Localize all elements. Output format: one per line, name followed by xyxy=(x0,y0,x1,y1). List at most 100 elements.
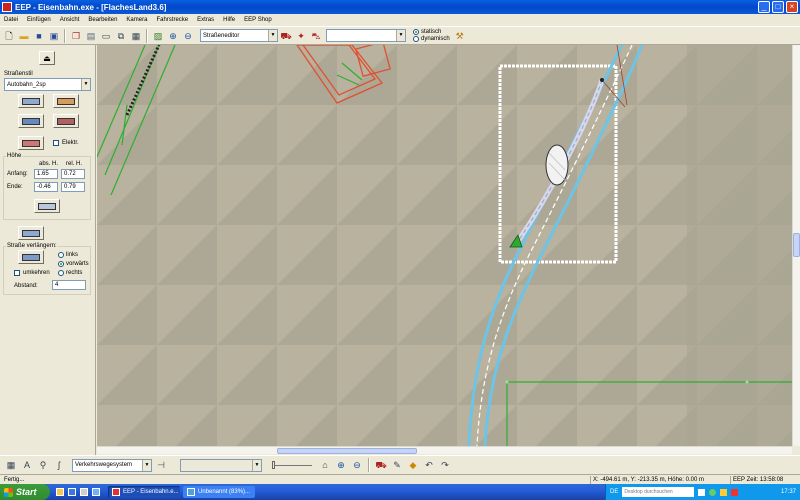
straight-road-button[interactable] xyxy=(18,94,44,108)
task-eep[interactable]: EEP - Eisenbahn.e... xyxy=(108,486,180,498)
object-select[interactable]: ▼ xyxy=(326,29,406,42)
desktop-icon[interactable] xyxy=(80,488,88,496)
tools-icon[interactable]: ⚒ xyxy=(453,29,467,43)
road-gizmo-ellipse[interactable] xyxy=(545,144,569,186)
ende-abs-input[interactable]: -0.46 xyxy=(34,182,58,192)
segment-end-point[interactable] xyxy=(600,78,604,82)
radio-links[interactable]: links xyxy=(58,251,78,258)
anfang-abs-input[interactable]: 1.65 xyxy=(34,169,58,179)
pin-icon[interactable]: ⚲ xyxy=(36,458,50,472)
language-indicator[interactable]: DE xyxy=(610,489,618,495)
value-slider[interactable] xyxy=(272,460,312,470)
tile-icon[interactable]: ▦ xyxy=(129,29,143,43)
camera-icon[interactable]: ⌂ xyxy=(318,458,332,472)
layers-icon[interactable]: ⧉ xyxy=(114,29,128,43)
map-viewport[interactable] xyxy=(97,45,792,446)
road-rotate-button[interactable] xyxy=(18,114,44,128)
grid-icon[interactable]: ▦ xyxy=(4,458,18,472)
road-extend-button[interactable] xyxy=(18,226,44,240)
zoom-out-icon[interactable]: ⊖ xyxy=(181,29,195,43)
security-icon[interactable] xyxy=(731,488,739,496)
slider-handle[interactable] xyxy=(272,461,275,469)
task-paint[interactable]: Unbenannt (83%)... xyxy=(183,486,255,498)
save-as-icon[interactable]: ▣ xyxy=(47,29,61,43)
start-button[interactable]: Start xyxy=(0,484,50,500)
car-icon[interactable]: ⛍ xyxy=(309,29,323,43)
hook-icon[interactable]: ʃ xyxy=(52,458,66,472)
verkehrsweg-select[interactable]: Verkehrswegesystem ▼ xyxy=(72,458,152,472)
window-title: EEP - Eisenbahn.exe - [FlachesLand3.6] xyxy=(15,2,167,12)
strassenstil-select[interactable]: Autobahn_2sp ▼ xyxy=(4,78,91,91)
abstand-input[interactable]: 4 xyxy=(52,280,86,290)
open-folder-icon[interactable]: ▬ xyxy=(17,29,31,43)
zoom-in-icon[interactable]: ⊕ xyxy=(166,29,180,43)
vertical-scroll-thumb[interactable] xyxy=(793,233,800,257)
close-button[interactable]: × xyxy=(786,1,798,13)
paste-icon[interactable]: ▤ xyxy=(84,29,98,43)
ie-icon[interactable] xyxy=(68,488,76,496)
zoom-in-icon[interactable]: ⊕ xyxy=(334,458,348,472)
new-file-icon[interactable]: 🗋 xyxy=(2,29,16,43)
window-icon[interactable]: ▭ xyxy=(99,29,113,43)
editor-select[interactable]: Straßeneditor ▼ xyxy=(200,29,278,42)
horizontal-scrollbar[interactable] xyxy=(97,446,792,454)
title-bar[interactable]: EEP - Eisenbahn.exe - [FlachesLand3.6] _… xyxy=(0,0,800,14)
save-icon[interactable]: ■ xyxy=(32,29,46,43)
extend-direction-button[interactable] xyxy=(18,250,44,264)
menu-eep-shop[interactable]: EEP Shop xyxy=(244,17,272,23)
terrain-shade xyxy=(687,45,792,446)
menu-hilfe[interactable]: Hilfe xyxy=(223,17,235,23)
radio-dynamisch[interactable]: dynamisch xyxy=(413,36,450,43)
anfang-rel-input[interactable]: 0.72 xyxy=(61,169,85,179)
track-split-icon[interactable]: ⊣ xyxy=(154,458,168,472)
radio-statisch[interactable]: statisch xyxy=(413,29,450,36)
chevron-down-icon[interactable]: ▼ xyxy=(268,30,277,41)
menu-einfuegen[interactable]: Einfügen xyxy=(27,17,51,23)
zoom-out-icon[interactable]: ⊖ xyxy=(350,458,364,472)
delete-road-button[interactable] xyxy=(53,94,79,108)
umkehren-checkbox[interactable] xyxy=(14,270,20,276)
menu-kamera[interactable]: Kamera xyxy=(126,17,147,23)
terrain-canvas[interactable] xyxy=(97,45,792,446)
road-connect-button[interactable] xyxy=(53,114,79,128)
eject-button[interactable]: ⏏ xyxy=(39,51,55,65)
landscape-icon[interactable]: ▨ xyxy=(151,29,165,43)
chevron-down-icon[interactable]: ▼ xyxy=(81,79,90,90)
cube-icon[interactable]: ◆ xyxy=(406,458,420,472)
train-icon[interactable]: ⛟ xyxy=(279,29,293,43)
vertical-scrollbar[interactable] xyxy=(792,45,800,446)
elektr-checkbox[interactable] xyxy=(53,140,59,146)
abstand-label: Abstand: xyxy=(14,283,38,289)
search-go-icon[interactable] xyxy=(698,488,706,496)
menu-bearbeiten[interactable]: Bearbeiten xyxy=(88,17,117,23)
undo-icon[interactable]: ↶ xyxy=(422,458,436,472)
radio-rechts[interactable]: rechts xyxy=(58,269,82,276)
signal-icon[interactable]: ✦ xyxy=(294,29,308,43)
copy-icon[interactable]: ❐ xyxy=(69,29,83,43)
text-tool-icon[interactable]: A xyxy=(20,458,34,472)
menu-ansicht[interactable]: Ansicht xyxy=(60,17,80,23)
ende-rel-input[interactable]: 0.79 xyxy=(61,182,85,192)
menu-fahrstrecke[interactable]: Fahrstrecke xyxy=(156,17,188,23)
secondary-select[interactable]: ▼ xyxy=(180,458,262,472)
radio-vorwaerts[interactable]: vorwärts xyxy=(58,260,89,267)
minimize-button[interactable]: _ xyxy=(758,1,770,13)
menu-datei[interactable]: Datei xyxy=(4,17,18,23)
explorer-icon[interactable] xyxy=(56,488,64,496)
network-icon[interactable] xyxy=(709,488,717,496)
maximize-button[interactable]: □ xyxy=(772,1,784,13)
road-remove-button[interactable] xyxy=(18,136,44,150)
chevron-down-icon[interactable]: ▼ xyxy=(142,459,151,471)
desktop-search-input[interactable]: Desktop durchsuchen xyxy=(622,487,695,497)
volume-icon[interactable] xyxy=(720,488,728,496)
media-icon[interactable] xyxy=(92,488,100,496)
chevron-down-icon[interactable]: ▼ xyxy=(252,459,261,471)
edit-icon[interactable]: ✎ xyxy=(390,458,404,472)
redo-icon[interactable]: ↷ xyxy=(438,458,452,472)
object-train-icon[interactable]: ⛟ xyxy=(374,458,388,472)
horizontal-scroll-thumb[interactable] xyxy=(277,448,417,454)
clock[interactable]: 17:37 xyxy=(781,489,796,495)
menu-extras[interactable]: Extras xyxy=(197,17,214,23)
chevron-down-icon[interactable]: ▼ xyxy=(396,30,405,41)
height-apply-button[interactable] xyxy=(34,199,60,213)
